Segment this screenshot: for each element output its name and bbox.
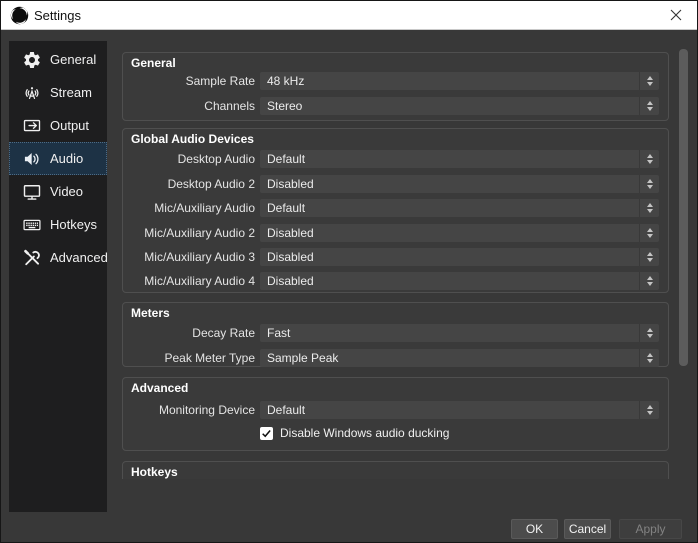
combo-value: Stereo — [260, 97, 639, 115]
desktop-audio-2-select[interactable]: Disabled — [260, 175, 659, 193]
mic-aux-audio-4-label: Mic/Auxiliary Audio 4 — [129, 272, 255, 290]
sidebar-label: Audio — [50, 151, 83, 166]
output-icon — [21, 115, 43, 137]
spinner-icon — [639, 248, 659, 266]
settings-sidebar: General Stream — [9, 41, 107, 512]
sidebar-item-advanced[interactable]: Advanced — [9, 241, 107, 274]
combo-value: Default — [260, 150, 639, 168]
monitoring-device-select[interactable]: Default — [260, 401, 659, 419]
channels-select[interactable]: Stereo — [260, 97, 659, 115]
stream-icon — [21, 82, 43, 104]
audio-settings-panel: General Sample Rate 48 kHz Channels Ster… — [116, 41, 693, 479]
sidebar-item-audio[interactable]: Audio — [9, 142, 107, 175]
desktop-audio-label: Desktop Audio — [129, 150, 255, 168]
monitoring-device-label: Monitoring Device — [129, 401, 255, 419]
section-title: Meters — [131, 306, 170, 320]
spinner-icon — [639, 272, 659, 290]
spinner-icon — [639, 349, 659, 367]
spinner-icon — [639, 175, 659, 193]
apply-button: Apply — [619, 519, 682, 539]
video-icon — [21, 181, 43, 203]
sidebar-item-general[interactable]: General — [9, 43, 107, 76]
section-general: General Sample Rate 48 kHz Channels Ster… — [122, 52, 669, 121]
section-title: Advanced — [131, 381, 188, 395]
scrollbar[interactable] — [677, 41, 690, 479]
sidebar-label: Hotkeys — [50, 217, 97, 232]
mic-aux-audio-label: Mic/Auxiliary Audio — [129, 199, 255, 217]
obs-logo-icon — [10, 6, 29, 25]
hotkeys-icon — [21, 214, 43, 236]
combo-value: Disabled — [260, 248, 639, 266]
section-global-audio-devices: Global Audio Devices Desktop Audio Defau… — [122, 128, 669, 293]
sidebar-item-hotkeys[interactable]: Hotkeys — [9, 208, 107, 241]
titlebar: Settings — [1, 1, 697, 30]
gear-icon — [21, 49, 43, 71]
desktop-audio-select[interactable]: Default — [260, 150, 659, 168]
combo-value: Disabled — [260, 224, 639, 242]
channels-label: Channels — [129, 97, 255, 115]
section-title: Global Audio Devices — [131, 132, 254, 146]
sample-rate-label: Sample Rate — [129, 72, 255, 90]
mic-aux-audio-3-select[interactable]: Disabled — [260, 248, 659, 266]
advanced-icon — [21, 247, 43, 269]
spinner-icon — [639, 324, 659, 342]
spinner-icon — [639, 401, 659, 419]
decay-rate-label: Decay Rate — [129, 324, 255, 342]
cancel-button[interactable]: Cancel — [564, 519, 611, 539]
mic-aux-audio-select[interactable]: Default — [260, 199, 659, 217]
sample-rate-select[interactable]: 48 kHz — [260, 72, 659, 90]
mic-aux-audio-2-select[interactable]: Disabled — [260, 224, 659, 242]
audio-ducking-checkbox-row: Disable Windows audio ducking — [260, 426, 449, 440]
combo-value: Sample Peak — [260, 349, 639, 367]
combo-value: Default — [260, 401, 639, 419]
combo-value: Default — [260, 199, 639, 217]
sidebar-label: Output — [50, 118, 89, 133]
combo-value: 48 kHz — [260, 72, 639, 90]
decay-rate-select[interactable]: Fast — [260, 324, 659, 342]
combo-value: Disabled — [260, 175, 639, 193]
section-hotkeys: Hotkeys — [122, 461, 669, 479]
sidebar-label: Stream — [50, 85, 92, 100]
window-title: Settings — [34, 1, 81, 30]
sidebar-item-video[interactable]: Video — [9, 175, 107, 208]
peak-meter-type-select[interactable]: Sample Peak — [260, 349, 659, 367]
settings-window: Settings General — [0, 0, 698, 543]
audio-icon — [21, 148, 43, 170]
combo-value: Fast — [260, 324, 639, 342]
spinner-icon — [639, 199, 659, 217]
scrollbar-thumb[interactable] — [679, 49, 688, 366]
combo-value: Disabled — [260, 272, 639, 290]
sidebar-label: General — [50, 52, 96, 67]
audio-ducking-label: Disable Windows audio ducking — [280, 426, 449, 440]
spinner-icon — [639, 224, 659, 242]
peak-meter-type-label: Peak Meter Type — [129, 349, 255, 367]
mic-aux-audio-4-select[interactable]: Disabled — [260, 272, 659, 290]
sidebar-label: Video — [50, 184, 83, 199]
spinner-icon — [639, 150, 659, 168]
audio-ducking-checkbox[interactable] — [260, 427, 273, 440]
section-title: Hotkeys — [131, 465, 178, 479]
section-advanced: Advanced Monitoring Device Default Disab… — [122, 377, 669, 451]
desktop-audio-2-label: Desktop Audio 2 — [129, 175, 255, 193]
section-title: General — [131, 56, 176, 70]
mic-aux-audio-2-label: Mic/Auxiliary Audio 2 — [129, 224, 255, 242]
sidebar-item-stream[interactable]: Stream — [9, 76, 107, 109]
sidebar-label: Advanced — [50, 250, 108, 265]
ok-button[interactable]: OK — [511, 519, 558, 539]
spinner-icon — [639, 97, 659, 115]
close-icon[interactable] — [659, 1, 693, 29]
section-meters: Meters Decay Rate Fast Peak Meter Type S… — [122, 302, 669, 367]
sidebar-item-output[interactable]: Output — [9, 109, 107, 142]
spinner-icon — [639, 72, 659, 90]
mic-aux-audio-3-label: Mic/Auxiliary Audio 3 — [129, 248, 255, 266]
